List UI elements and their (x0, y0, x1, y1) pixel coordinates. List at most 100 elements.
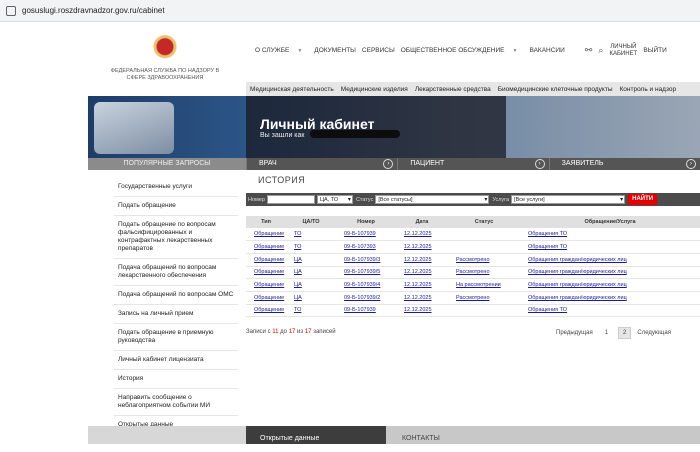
cell-ca-to[interactable]: ТО (286, 240, 336, 254)
sidebar-item-public-services[interactable]: Государственные услуги (114, 178, 238, 197)
menu-applicant[interactable]: ЗАЯВИТЕЛЬ › (548, 158, 700, 170)
type-select[interactable]: ЦА, ТО (316, 195, 353, 204)
find-button[interactable]: НАЙТИ (628, 194, 658, 205)
cell-ca-to[interactable]: ЦА (286, 278, 336, 292)
cell-number[interactable]: 09-Б-107939/2 (336, 291, 396, 305)
sidebar-item-submit-appeal[interactable]: Подать обращение (114, 197, 238, 216)
col-type[interactable]: Тип (246, 216, 286, 228)
page-2-button[interactable]: 2 (618, 327, 632, 339)
cell-status (448, 240, 520, 254)
next-page-button[interactable]: Следующая (637, 330, 671, 336)
nav-documents[interactable]: ДОКУМЕНТЫ (314, 47, 356, 54)
chevron-down-icon: ▼ (512, 48, 518, 54)
nav-services[interactable]: СЕРВИСЫ (362, 47, 395, 54)
col-service[interactable]: Обращение/Услуга (520, 216, 700, 228)
category-medicines[interactable]: Лекарственные средства (415, 86, 491, 93)
cell-number[interactable]: 09-Б-107939/4 (336, 278, 396, 292)
number-label: Номер (248, 196, 265, 203)
cell-type[interactable]: Обращение (246, 253, 286, 267)
cell-type[interactable]: Обращение (246, 240, 286, 254)
search-icon[interactable]: ⌕ (598, 45, 603, 56)
cell-service[interactable]: Обращения граждан/юридических лиц (520, 278, 700, 292)
cell-ca-to[interactable]: ТО (286, 228, 336, 242)
sidebar-item-appointment[interactable]: Запись на личный прием (114, 305, 238, 324)
cell-date[interactable]: 12.12.2025 (396, 304, 448, 318)
category-biomedical[interactable]: Биомедицинские клеточные продукты (498, 86, 613, 93)
prev-page-button[interactable]: Предыдущая (556, 330, 593, 336)
menu-doctor[interactable]: ВРАЧ › (246, 158, 398, 170)
cell-number[interactable]: 09-Б-107939 (336, 228, 396, 242)
table-row: Обращение ТО 09-Б-107939 12.12.2025 Обра… (246, 304, 700, 318)
cell-service[interactable]: Обращения граждан/юридических лиц (520, 266, 700, 280)
records-total: 17 (304, 329, 312, 335)
cell-number[interactable]: 09-Б-107393 (336, 240, 396, 254)
category-medical-activity[interactable]: Медицинская деятельность (250, 86, 334, 93)
sidebar-item-licensee[interactable]: Личный кабинет лицензиата (114, 351, 238, 370)
cell-service[interactable]: Обращения ТО (520, 228, 700, 242)
cell-date[interactable]: 12.12.2025 (396, 240, 448, 254)
cell-service[interactable]: Обращения граждан/юридических лиц (520, 253, 700, 267)
cell-type[interactable]: Обращение (246, 304, 286, 318)
cell-status[interactable]: Рассмотрено (448, 291, 520, 305)
category-control[interactable]: Контроль и надзор (620, 86, 677, 93)
menu-patient[interactable]: ПАЦИЕНТ › (397, 158, 549, 170)
cell-ca-to[interactable]: ЦА (286, 291, 336, 305)
cell-service[interactable]: Обращения граждан/юридических лиц (520, 291, 700, 305)
popular-requests-label: ПОПУЛЯРНЫЕ ЗАПРОСЫ (88, 158, 246, 170)
accessibility-glasses-icon[interactable]: ⚯ (585, 45, 593, 56)
logo[interactable]: ФЕДЕРАЛЬНАЯ СЛУЖБА ПО НАДЗОРУ В СФЕРЕ ЗД… (110, 28, 220, 82)
cell-date[interactable]: 12.12.2025 (396, 228, 448, 242)
cell-type[interactable]: Обращение (246, 228, 286, 242)
page-1-button[interactable]: 1 (605, 330, 608, 336)
sidebar-item-history[interactable]: История (114, 370, 238, 389)
col-status[interactable]: Статус (448, 216, 520, 228)
chevron-right-icon: › (685, 159, 696, 169)
cell-number[interactable]: 09-Б-107939/5 (336, 266, 396, 280)
cell-date[interactable]: 12.12.2025 (396, 291, 448, 305)
cell-status[interactable]: На рассмотрении (448, 278, 520, 292)
cell-date[interactable]: 12.12.2025 (396, 253, 448, 267)
cell-number[interactable]: 09-Б-107939 (336, 304, 396, 318)
nav-vacancies[interactable]: ВАКАНСИИ (529, 47, 564, 54)
url-text[interactable]: gosuslugi.roszdravnadzor.gov.ru/cabinet (22, 6, 165, 15)
cell-service[interactable]: Обращения ТО (520, 304, 700, 318)
col-number[interactable]: Номер (336, 216, 396, 228)
category-medical-devices[interactable]: Медицинские изделия (341, 86, 408, 93)
cell-number[interactable]: 09-Б-107939/3 (336, 253, 396, 267)
footer-open-data[interactable]: Открытые данные (246, 426, 386, 444)
table-row: Обращение ЦА 09-Б-107939/4 12.12.2025 На… (246, 278, 700, 292)
sidebar-item-falsified-drugs[interactable]: Подать обращение по вопросам фальсифицир… (114, 216, 238, 259)
sidebar-item-drug-supply[interactable]: Подача обращений по вопросам лекарственн… (114, 259, 238, 286)
cell-type[interactable]: Обращение (246, 291, 286, 305)
nav-about[interactable]: О СЛУЖБЕ ▼ (255, 47, 308, 54)
sidebar-item-management[interactable]: Подать обращение в приемную руководства (114, 324, 238, 351)
status-select[interactable]: [Все статусы] (375, 195, 490, 204)
table-row: Обращение ТО 09-Б-107939 12.12.2025 Обра… (246, 228, 700, 242)
cell-ca-to[interactable]: ЦА (286, 253, 336, 267)
service-select[interactable]: [Все услуги] (511, 195, 626, 204)
cabinet-link[interactable]: ЛИЧНЫЙ КАБИНЕТ (609, 44, 638, 57)
cell-status[interactable]: Рассмотрено (448, 266, 520, 280)
footer-contacts[interactable]: КОНТАКТЫ (386, 426, 700, 444)
cell-type[interactable]: Обращение (246, 266, 286, 280)
records-info: Записи с 11 до 17 из 17 записей (246, 329, 336, 335)
cell-status (448, 304, 520, 318)
cell-date[interactable]: 12.12.2025 (396, 278, 448, 292)
service-label: Услуга (492, 196, 510, 203)
logout-link[interactable]: ВЫЙТИ (643, 47, 666, 54)
status-label: Статус (355, 196, 374, 203)
browser-address-bar[interactable]: gosuslugi.roszdravnadzor.gov.ru/cabinet (0, 0, 700, 22)
sidebar-item-adverse-event[interactable]: Направить сообщение о неблагоприятном со… (114, 389, 238, 416)
cell-type[interactable]: Обращение (246, 278, 286, 292)
col-ca-to[interactable]: ЦА/ТО (286, 216, 336, 228)
cell-service[interactable]: Обращения ТО (520, 240, 700, 254)
number-input[interactable] (266, 195, 315, 204)
cell-status[interactable]: Рассмотрено (448, 253, 520, 267)
cell-ca-to[interactable]: ТО (286, 304, 336, 318)
col-date[interactable]: Дата (396, 216, 448, 228)
nav-public-discussion[interactable]: ОБЩЕСТВЕННОЕ ОБСУЖДЕНИЕ ▼ (401, 47, 524, 54)
sidebar-item-oms[interactable]: Подача обращений по вопросам ОМС (114, 286, 238, 305)
cell-ca-to[interactable]: ЦА (286, 266, 336, 280)
cell-date[interactable]: 12.12.2025 (396, 266, 448, 280)
site-info-icon[interactable] (6, 5, 16, 16)
